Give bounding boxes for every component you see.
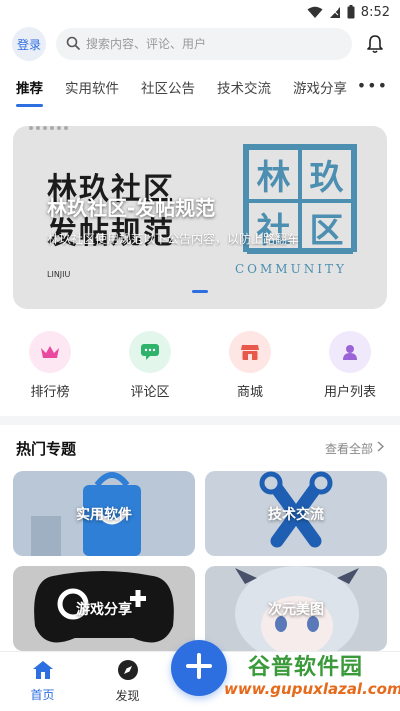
banner-page-indicator	[192, 290, 208, 293]
quick-link-label: 商城	[236, 385, 263, 400]
logo-char: 区	[300, 201, 353, 254]
home-icon	[32, 660, 54, 683]
notification-bell-icon[interactable]	[362, 31, 388, 57]
topic-card-software[interactable]: 实用软件	[13, 471, 195, 556]
watermark-url: www.gupuxlazal.com	[224, 680, 400, 698]
quick-link-rankings[interactable]: 排行榜	[10, 331, 90, 416]
section-title: 热门专题	[16, 439, 77, 458]
topic-card-label: 游戏分享	[76, 601, 132, 618]
topic-card-games[interactable]: 游戏分享	[13, 566, 195, 651]
logo-char: 林	[247, 148, 300, 201]
tab-recommend[interactable]: 推荐	[16, 77, 43, 107]
status-time: 8:52	[360, 4, 390, 20]
quick-link-label: 排行榜	[30, 385, 70, 400]
logo-caption: COMMUNITY	[235, 262, 347, 276]
chevron-right-icon	[377, 441, 385, 455]
signal-icon	[329, 6, 341, 19]
quick-link-shop[interactable]: 商城	[210, 331, 290, 416]
banner-title: 林玖社区-发帖规范	[47, 196, 216, 220]
status-bar: 8:52	[0, 0, 400, 24]
top-bar: 登录	[0, 24, 400, 64]
wifi-icon	[307, 6, 323, 19]
topic-card-tech[interactable]: 技术交流	[205, 471, 387, 556]
banner-subtitle: 林玖社区使用规范以下公告内容，以防上路翻车	[47, 232, 300, 246]
site-watermark: 谷普软件园 www.gupuxlazal.com	[220, 647, 400, 705]
nav-discover-label: 发现	[115, 689, 140, 703]
topic-card-anime[interactable]: 次元美图	[205, 566, 387, 651]
topic-card-label: 实用软件	[76, 506, 132, 523]
banner-decoration-dots	[29, 126, 68, 130]
compass-icon	[117, 659, 139, 684]
topic-card-label: 技术交流	[268, 506, 324, 523]
comment-icon	[129, 331, 171, 373]
search-icon	[66, 35, 80, 54]
watermark-text: 谷普软件园	[248, 655, 364, 680]
search-bar[interactable]	[56, 28, 352, 60]
category-tabs: 推荐 实用软件 社区公告 技术交流 游戏分享 •••	[0, 64, 400, 110]
login-button[interactable]: 登录	[12, 27, 46, 61]
battery-icon	[347, 5, 355, 19]
search-input[interactable]	[86, 37, 342, 51]
banner-carousel[interactable]: 林玖社区 发帖规范 林 玖 社 区 COMMUNITY LINJIU 林玖社区-…	[13, 126, 387, 309]
nav-home-label: 首页	[30, 688, 55, 702]
topic-card-label: 次元美图	[268, 601, 324, 618]
banner-small-caption: LINJIU	[47, 270, 71, 279]
shop-icon	[229, 331, 271, 373]
quick-link-label: 用户列表	[323, 385, 376, 400]
topic-grid: 实用软件 技术交流 游戏分享 次元美图	[0, 471, 400, 651]
tab-software[interactable]: 实用软件	[65, 77, 119, 97]
nav-discover[interactable]: 发现	[85, 659, 170, 704]
quick-link-users[interactable]: 用户列表	[310, 331, 390, 416]
hot-topics-header: 热门专题 查看全部	[0, 425, 400, 471]
see-all-label: 查看全部	[324, 441, 373, 456]
quick-links: 排行榜 评论区 商城 用户列表	[0, 331, 400, 416]
section-divider	[0, 416, 400, 425]
tabs-more-icon[interactable]: •••	[357, 76, 388, 95]
quick-link-comments[interactable]: 评论区	[110, 331, 190, 416]
tab-tech[interactable]: 技术交流	[217, 77, 271, 97]
tab-announcements[interactable]: 社区公告	[141, 77, 195, 97]
crown-icon	[29, 331, 71, 373]
see-all-link[interactable]: 查看全部	[324, 440, 385, 457]
nav-home[interactable]: 首页	[0, 660, 85, 703]
logo-char: 玖	[300, 148, 353, 201]
user-icon	[329, 331, 371, 373]
plus-icon	[186, 653, 212, 683]
quick-link-label: 评论区	[130, 385, 170, 400]
tab-games[interactable]: 游戏分享	[293, 77, 347, 97]
